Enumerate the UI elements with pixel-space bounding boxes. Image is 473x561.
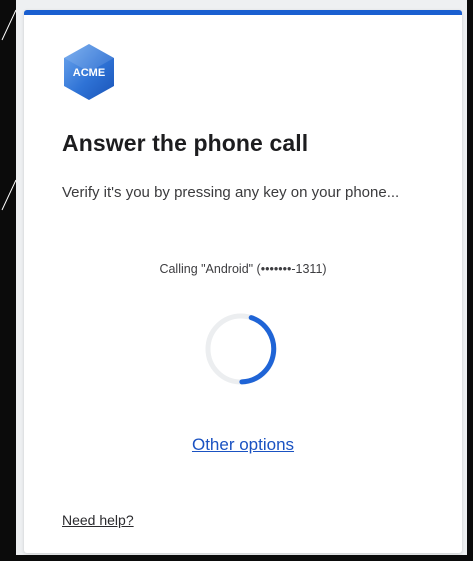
acme-logo: ACME: [60, 42, 118, 102]
verification-card: ACME Answer the phone call Verify it's y…: [24, 10, 462, 553]
window-edge-right: [467, 0, 473, 561]
loading-spinner: [202, 310, 280, 388]
instruction-text: Verify it's you by pressing any key on y…: [62, 184, 400, 201]
calling-status: Calling "Android" (•••••••-1311): [159, 262, 327, 276]
window-edge-left: [0, 0, 16, 561]
other-options-link[interactable]: Other options: [24, 435, 462, 455]
edge-decoration: [1, 9, 16, 211]
acme-hexagon-icon: ACME: [64, 44, 114, 100]
loading-spinner-icon: [205, 313, 277, 385]
window-edge-bottom: [0, 555, 473, 561]
logo-text: ACME: [73, 67, 105, 79]
need-help-link[interactable]: Need help?: [62, 512, 134, 528]
page-title: Answer the phone call: [62, 130, 309, 156]
page-frame: ACME Answer the phone call Verify it's y…: [0, 0, 473, 561]
